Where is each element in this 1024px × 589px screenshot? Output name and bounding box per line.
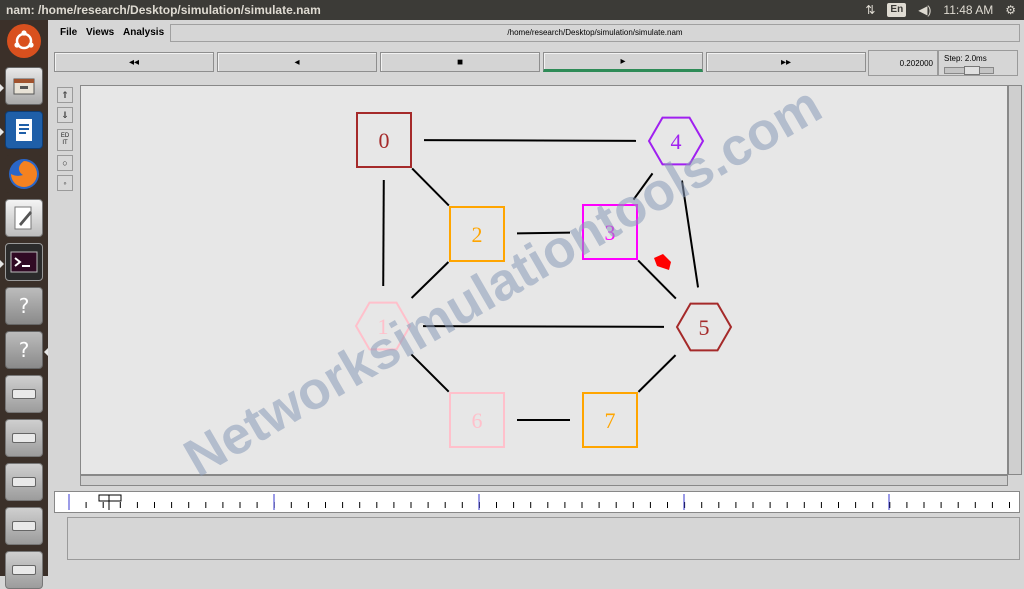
node-label-4: 4 xyxy=(671,129,682,154)
clock[interactable]: 11:48 AM xyxy=(943,3,993,17)
system-tray: ⇅ En ◀) 11:48 AM ⚙ xyxy=(865,0,1024,20)
node-label-0: 0 xyxy=(379,128,390,153)
step-control: Step: 2.0ms xyxy=(938,50,1018,76)
play-button[interactable]: ▸ xyxy=(543,52,703,72)
fast-forward-button[interactable]: ▸▸ xyxy=(706,52,866,72)
circle-tool-icon[interactable]: ○ xyxy=(57,155,73,171)
network-canvas[interactable]: 0 1 2 3 4 5 6 7 xyxy=(80,85,1008,475)
link-3-5 xyxy=(637,259,677,300)
link-7-5 xyxy=(637,354,677,393)
keyboard-layout-indicator[interactable]: En xyxy=(887,3,907,17)
text-editor-icon[interactable] xyxy=(5,199,43,237)
annotation-area xyxy=(67,517,1020,560)
zoom-in-icon[interactable]: ⇑ xyxy=(57,87,73,103)
node-label-6: 6 xyxy=(472,408,483,433)
step-slider-handle[interactable] xyxy=(964,66,980,75)
node-label-1: 1 xyxy=(378,314,389,339)
packet xyxy=(654,254,671,270)
network-arrows-icon[interactable]: ⇅ xyxy=(865,3,875,17)
link-0-4 xyxy=(423,139,637,142)
drive-icon[interactable] xyxy=(5,507,43,545)
step-back-button[interactable]: ◂ xyxy=(217,52,377,72)
writer-icon[interactable] xyxy=(5,111,43,149)
menu-views[interactable]: Views xyxy=(86,27,114,38)
timeline-thumb[interactable] xyxy=(98,494,122,502)
zoom-out-icon[interactable]: ⇓ xyxy=(57,107,73,123)
menu-file[interactable]: File xyxy=(60,27,77,38)
nam-window: File Views Analysis /home/research/Deskt… xyxy=(48,20,1024,576)
timeline-slider[interactable] xyxy=(54,491,1020,513)
drive-icon[interactable] xyxy=(5,419,43,457)
terminal-icon[interactable] xyxy=(5,243,43,281)
edit-button[interactable]: ED IT xyxy=(57,129,73,151)
files-icon[interactable] xyxy=(5,67,43,105)
network-topology: 0 1 2 3 4 5 6 7 xyxy=(354,112,733,448)
timeline-ticks xyxy=(68,494,1010,510)
node-label-7: 7 xyxy=(605,408,616,433)
node-label-5: 5 xyxy=(699,315,710,340)
link-3-4 xyxy=(632,172,654,201)
horizontal-scrollbar[interactable] xyxy=(80,475,1008,486)
ubuntu-logo-icon[interactable] xyxy=(7,24,41,58)
stop-button[interactable]: ■ xyxy=(380,52,540,72)
drive-icon[interactable] xyxy=(5,551,43,589)
link-2-3 xyxy=(516,231,571,235)
tool-strip: ⇑ ⇓ ED IT ○ ◦ xyxy=(57,87,75,482)
link-2-1 xyxy=(410,261,450,299)
window-title: nam: /home/research/Desktop/simulation/s… xyxy=(6,3,321,17)
node-label-3: 3 xyxy=(605,220,616,245)
running-indicator xyxy=(0,128,4,136)
link-4-5 xyxy=(680,180,700,288)
power-gear-icon[interactable]: ⚙ xyxy=(1005,3,1016,17)
launcher: ? ? xyxy=(0,20,48,589)
link-0-2 xyxy=(411,167,450,207)
system-top-bar: nam: /home/research/Desktop/simulation/s… xyxy=(0,0,1024,20)
speaker-icon[interactable]: ◀) xyxy=(918,3,931,17)
node-label-2: 2 xyxy=(472,222,483,247)
running-indicator xyxy=(0,260,4,268)
unknown-app-icon[interactable]: ? xyxy=(5,287,43,325)
time-display: 0.202000 xyxy=(868,50,938,76)
rewind-button[interactable]: ◂◂ xyxy=(54,52,214,72)
firefox-icon[interactable] xyxy=(5,155,43,193)
running-indicator xyxy=(0,84,4,92)
menu-bar: File Views Analysis /home/research/Deskt… xyxy=(48,20,1024,46)
drive-icon[interactable] xyxy=(5,463,43,501)
link-1-6 xyxy=(410,353,450,393)
drive-icon[interactable] xyxy=(5,375,43,413)
menu-analysis[interactable]: Analysis xyxy=(123,27,164,38)
unknown-app-icon[interactable]: ? xyxy=(5,331,43,369)
file-path-display: /home/research/Desktop/simulation/simula… xyxy=(170,24,1020,42)
small-circle-tool-icon[interactable]: ◦ xyxy=(57,175,73,191)
link-0-1 xyxy=(382,179,385,287)
link-1-5 xyxy=(422,325,665,328)
step-label: Step: 2.0ms xyxy=(944,54,987,63)
vertical-scrollbar[interactable] xyxy=(1008,85,1022,475)
